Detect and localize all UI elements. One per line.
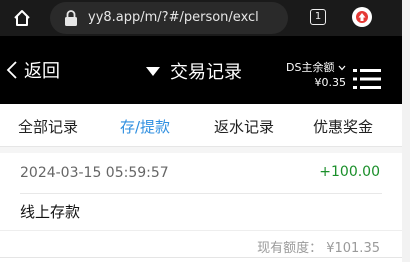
address-bar[interactable]: yy8.app/m/?#/person/excl <box>50 2 288 34</box>
record-date: 2024-03-15 05:59:57 <box>20 165 169 181</box>
tab-bonus[interactable]: 优惠奖金 <box>313 116 373 137</box>
back-label: 返回 <box>24 61 60 82</box>
browser-toolbar: yy8.app/m/?#/person/excl 1 <box>0 0 402 36</box>
record-amount: +100.00 <box>319 164 380 180</box>
page-header: 返回 交易记录 DS主余额 ¥0.35 <box>0 36 402 104</box>
tab-all-records[interactable]: 全部记录 <box>18 116 78 137</box>
balance-label: DS主余额 <box>286 61 335 74</box>
page-title: 交易记录 <box>170 62 242 83</box>
url-text: yy8.app/m/?#/person/excl <box>88 10 259 25</box>
dropdown-triangle-icon <box>146 66 160 76</box>
balance-selector[interactable]: DS主余额 ¥0.35 <box>272 60 346 90</box>
record-balance: 现有额度： ¥101.35 <box>257 241 380 256</box>
chevron-left-icon <box>6 61 17 79</box>
lock-icon <box>65 10 77 26</box>
tabs-icon[interactable]: 1 <box>310 9 326 25</box>
divider <box>0 257 402 258</box>
menu-icon[interactable] <box>353 68 381 90</box>
tab-rebate-records[interactable]: 返水记录 <box>214 116 274 137</box>
home-icon[interactable] <box>12 8 32 28</box>
divider <box>20 193 382 194</box>
record-tabs: 全部记录 存/提款 返水记录 优惠奖金 <box>0 104 402 147</box>
page-edge <box>402 0 410 262</box>
list-item[interactable]: 2024-03-15 05:59:57 +100.00 线上存款 现有额度： ¥… <box>0 153 402 257</box>
tab-deposit-withdraw[interactable]: 存/提款 <box>120 116 170 137</box>
upload-icon[interactable] <box>352 7 372 27</box>
chevron-down-icon <box>338 65 346 71</box>
back-button[interactable]: 返回 <box>6 58 60 82</box>
divider <box>0 230 402 231</box>
title-dropdown[interactable]: 交易记录 <box>146 58 242 84</box>
balance-value: ¥0.35 <box>314 76 347 89</box>
record-type: 线上存款 <box>20 203 81 221</box>
